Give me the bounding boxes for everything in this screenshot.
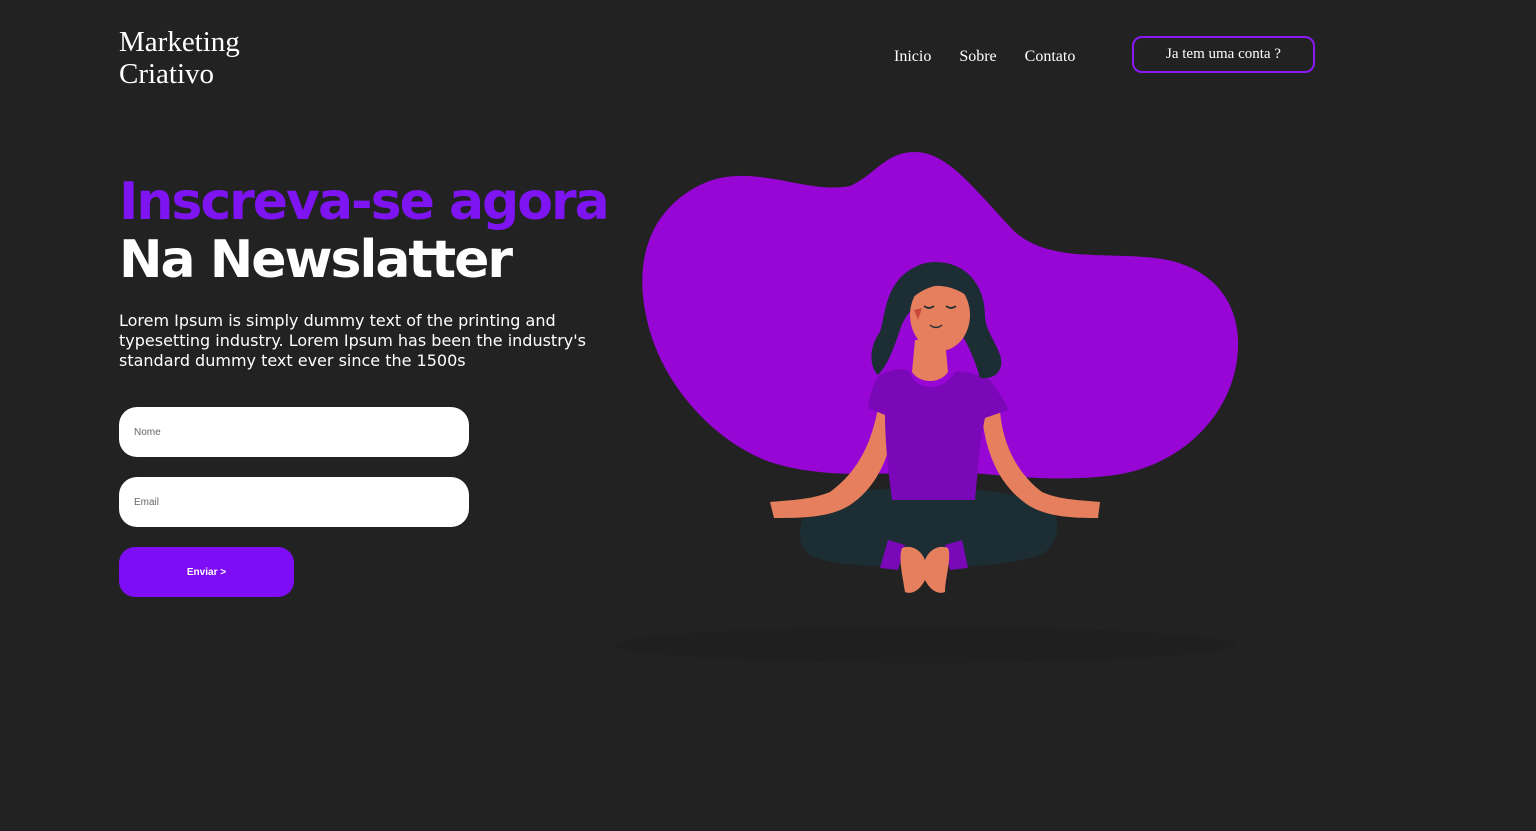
nav-link-contato[interactable]: Contato bbox=[1025, 48, 1076, 66]
email-input[interactable] bbox=[119, 477, 469, 527]
account-button[interactable]: Ja tem uma conta ? bbox=[1132, 36, 1315, 73]
name-input[interactable] bbox=[119, 407, 469, 457]
meditating-woman-illustration bbox=[615, 152, 1239, 663]
main-nav: Inicio Sobre Contato bbox=[880, 36, 1089, 77]
nav-link-sobre[interactable]: Sobre bbox=[959, 48, 996, 66]
submit-button[interactable]: Enviar > bbox=[119, 547, 294, 597]
logo[interactable]: Marketing Criativo bbox=[119, 26, 240, 90]
page-title: Inscreva-se agora Na Newslatter bbox=[119, 172, 610, 290]
logo-line-2: Criativo bbox=[119, 58, 215, 90]
nav-link-inicio[interactable]: Inicio bbox=[894, 48, 931, 66]
logo-line-1: Marketing bbox=[119, 26, 240, 58]
hero-description: Lorem Ipsum is simply dummy text of the … bbox=[119, 311, 586, 370]
title-line-2: Na Newslatter bbox=[119, 230, 513, 290]
title-line-1: Inscreva-se agora bbox=[119, 172, 610, 232]
ground-shadow bbox=[615, 627, 1235, 663]
